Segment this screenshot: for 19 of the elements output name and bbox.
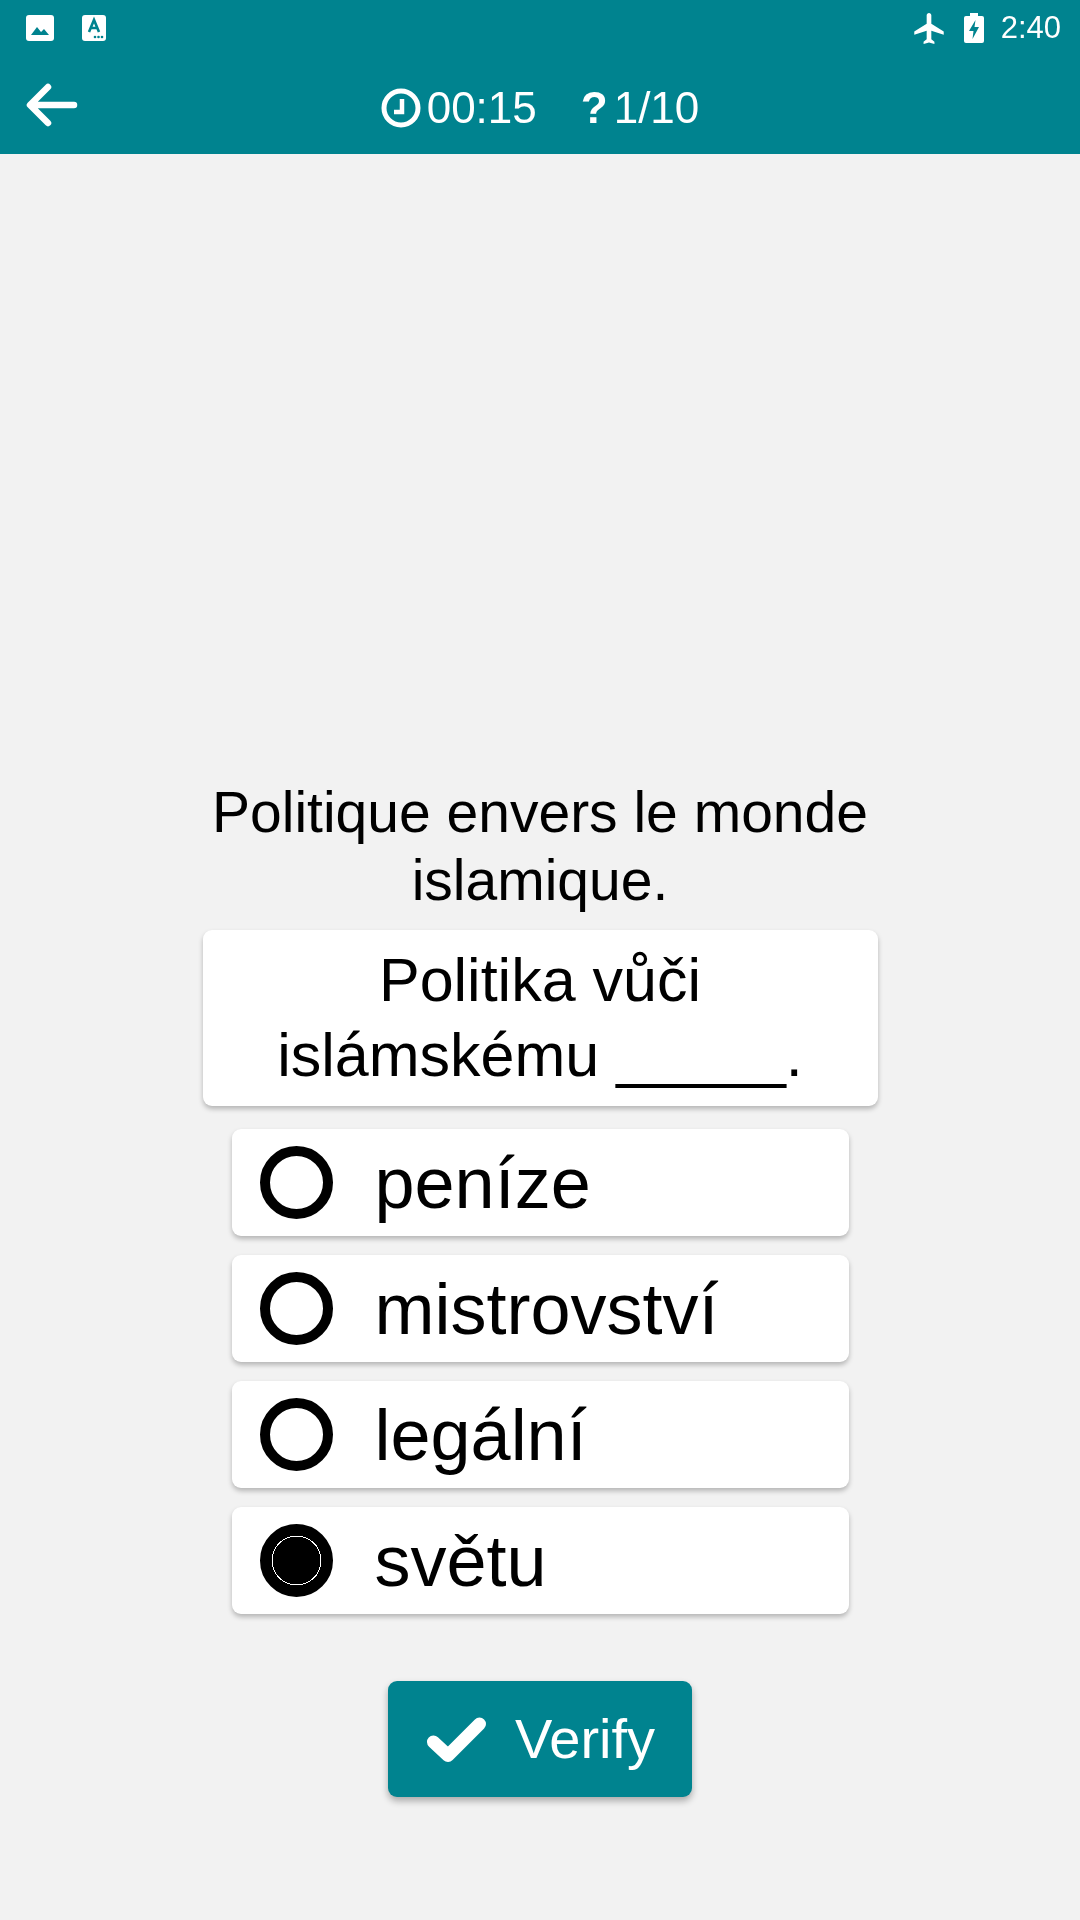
- prompt-text: Politique envers le monde islamique.: [211, 779, 869, 914]
- sentence-text: Politika vůči islámskému _____.: [276, 945, 804, 1091]
- battery-charging-icon: [963, 13, 984, 43]
- timer-text: 00:15: [426, 82, 537, 134]
- progress-text: 1/10: [613, 82, 700, 134]
- letter-tile-icon: [82, 15, 106, 41]
- fill-in-line: _____: [616, 1021, 786, 1089]
- check-icon: [426, 1715, 487, 1763]
- answer-option[interactable]: legální: [231, 1381, 849, 1488]
- airplane-icon: [913, 12, 944, 44]
- verify-button[interactable]: Verify: [388, 1681, 692, 1797]
- status-time: 2:40: [1000, 10, 1061, 46]
- answer-option[interactable]: mistrovství: [231, 1255, 849, 1362]
- answer-option[interactable]: peníze: [231, 1129, 849, 1236]
- question-mark-icon: ?: [580, 82, 608, 134]
- clock-icon: [380, 88, 421, 128]
- back-arrow-icon[interactable]: [24, 81, 78, 129]
- answer-option[interactable]: světu: [231, 1507, 849, 1614]
- image-icon: [26, 15, 54, 41]
